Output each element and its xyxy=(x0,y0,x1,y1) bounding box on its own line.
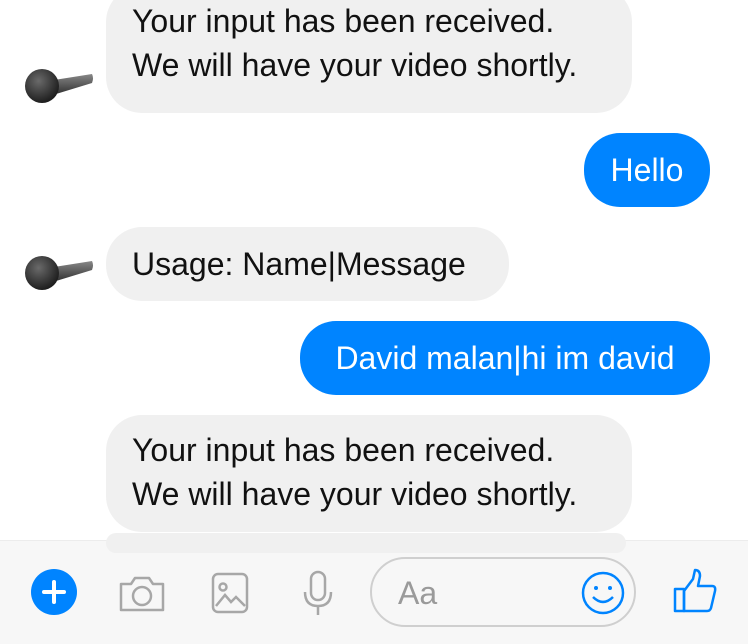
incoming-message: Your input has been received. We will ha… xyxy=(106,415,632,532)
emoji-icon[interactable] xyxy=(580,570,626,616)
bot-avatar[interactable] xyxy=(24,66,94,106)
message-line: We will have your video shortly. xyxy=(132,47,578,83)
plus-icon[interactable] xyxy=(31,569,77,615)
outgoing-message: David malan|hi im david xyxy=(300,321,710,395)
outgoing-message: Hello xyxy=(584,133,710,207)
message-text: Usage: Name|Message xyxy=(132,246,466,282)
message-input-placeholder: Aa xyxy=(398,575,438,611)
image-icon[interactable] xyxy=(211,572,249,614)
incoming-message: Your input has been received. We will ha… xyxy=(106,0,632,113)
message-line: Your input has been received. xyxy=(132,432,555,468)
message-line: We will have your video shortly. xyxy=(132,476,578,512)
message-text: David malan|hi im david xyxy=(335,340,675,376)
thumbs-up-icon[interactable] xyxy=(672,567,718,615)
message-line: Your input has been received. xyxy=(132,3,555,39)
message-text: Hello xyxy=(610,152,684,188)
bot-avatar[interactable] xyxy=(24,253,94,293)
message-thread: Your input has been received. We will ha… xyxy=(0,0,748,540)
microphone-icon[interactable] xyxy=(301,570,335,618)
incoming-message: Usage: Name|Message xyxy=(106,227,509,301)
partial-message-peek xyxy=(106,533,626,553)
camera-icon[interactable] xyxy=(117,573,167,613)
